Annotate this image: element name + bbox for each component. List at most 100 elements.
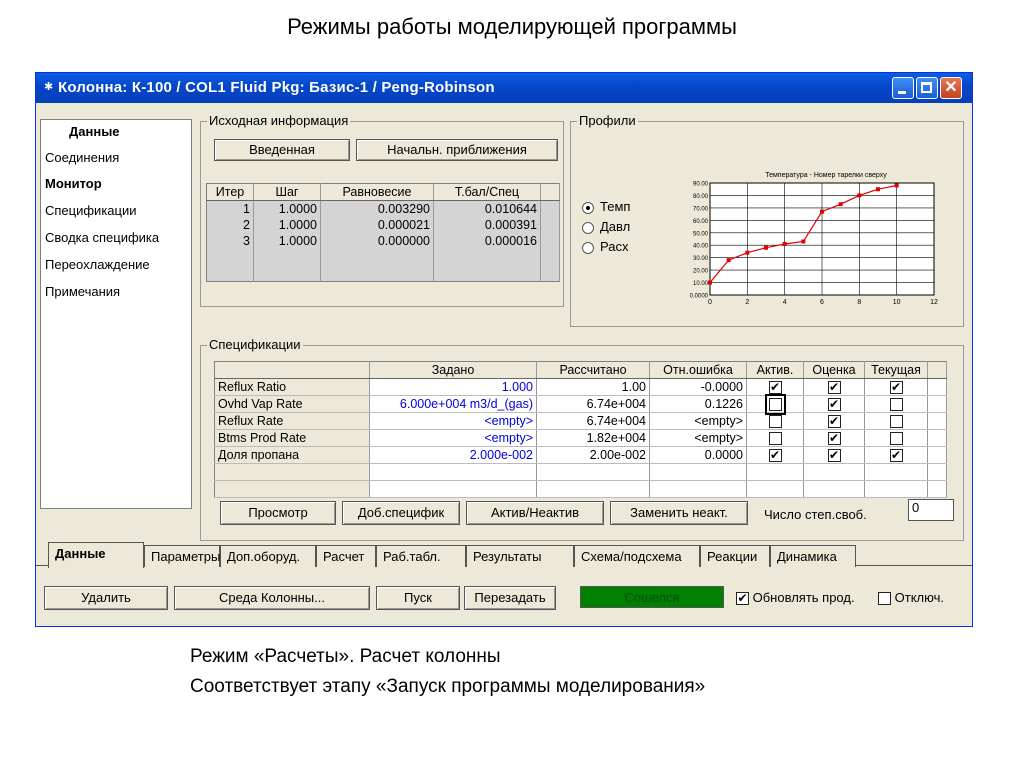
spec-set-value[interactable]: 6.000e+004 m3/d_(gas): [369, 395, 537, 413]
tab-calculation[interactable]: Расчет: [316, 545, 376, 567]
toggle-active-button[interactable]: Актив/Неактив: [466, 501, 604, 525]
iter-header: Итер: [206, 183, 254, 201]
spec-header-set: Задано: [369, 361, 537, 379]
tab-worksheet[interactable]: Раб.табл.: [376, 545, 466, 567]
nav-item-spec-summary[interactable]: Сводка специфика: [45, 230, 189, 245]
tab-results[interactable]: Результаты: [466, 545, 574, 567]
tab-dynamics[interactable]: Динамика: [770, 545, 856, 567]
spec-calc-value: 1.82e+004: [536, 429, 650, 447]
spec-current-checkbox[interactable]: [889, 415, 903, 429]
entered-button[interactable]: Введенная: [214, 139, 350, 161]
update-outlets-checkbox[interactable]: ✔ Обновлять прод.: [736, 590, 855, 606]
chart-point: [764, 245, 768, 250]
column-window: ✱ Колонна: К-100 / COL1 Fluid Pkg: Базис…: [35, 72, 973, 627]
nav-list: Данные Соединения Монитор Спецификации С…: [40, 119, 192, 509]
maximize-button[interactable]: [916, 77, 938, 99]
chart-ytick-label: 0.0000: [690, 294, 709, 300]
spec-estimate-checkbox[interactable]: ✔: [827, 398, 841, 412]
tab-data[interactable]: Данные: [48, 542, 144, 568]
iteration-cell: 1.0000: [253, 233, 321, 249]
spec-current-checkbox[interactable]: [889, 398, 903, 412]
chart-point: [820, 209, 824, 214]
spec-name: Reflux Rate: [214, 412, 370, 430]
initial-estimates-button[interactable]: Начальн. приближения: [356, 139, 558, 161]
replace-inactive-button[interactable]: Заменить неакт.: [610, 501, 748, 525]
chart-ytick-label: 60.00: [693, 219, 709, 225]
column-icon: ✱: [44, 81, 54, 93]
iteration-cell: 0.010644: [433, 200, 541, 217]
column-env-button[interactable]: Среда Колонны...: [174, 586, 370, 610]
chart-xtick-label: 0: [708, 299, 712, 306]
spec-set-value[interactable]: 1.000: [369, 378, 537, 396]
spec-header-current: Текущая: [864, 361, 928, 379]
title-bar[interactable]: ✱ Колонна: К-100 / COL1 Fluid Pkg: Базис…: [36, 73, 972, 103]
spec-active-checkbox[interactable]: [764, 394, 786, 416]
tab-side-equipment[interactable]: Доп.оборуд.: [220, 545, 316, 567]
spec-calc-value: 6.74e+004: [536, 412, 650, 430]
spec-row-empty: [214, 480, 947, 498]
chart-ytick-label: 10.00: [693, 281, 709, 287]
spec-active-checkbox[interactable]: [768, 415, 782, 429]
chart-point: [708, 280, 712, 285]
maximize-icon: [921, 82, 932, 93]
chart-xtick-label: 2: [745, 299, 749, 306]
spec-active-checkbox[interactable]: [768, 432, 782, 446]
reset-button[interactable]: Перезадать: [464, 586, 556, 610]
spec-estimate-checkbox[interactable]: ✔: [827, 381, 841, 395]
chart-xtick-label: 8: [857, 299, 861, 306]
spec-estimate-checkbox[interactable]: ✔: [827, 449, 841, 463]
spec-error-value: -0.0000: [649, 378, 747, 396]
chart-xtick-label: 10: [893, 299, 901, 306]
spec-name: Btms Prod Rate: [214, 429, 370, 447]
nav-item-monitor[interactable]: Монитор: [45, 176, 102, 191]
spec-current-checkbox[interactable]: [889, 432, 903, 446]
close-icon: ✕: [944, 79, 958, 96]
iteration-cell: 0.000391: [433, 217, 541, 233]
chart-point: [894, 183, 899, 188]
delete-button[interactable]: Удалить: [44, 586, 168, 610]
nav-item-connections[interactable]: Соединения: [45, 150, 119, 165]
spec-active-checkbox[interactable]: ✔: [768, 449, 782, 463]
iteration-cell: 0.000000: [320, 233, 434, 249]
spec-set-value[interactable]: <empty>: [369, 412, 537, 430]
tab-flowsheet[interactable]: Схема/подсхема: [574, 545, 700, 567]
iteration-cell: 1: [206, 200, 254, 217]
caption-line-2: Соответствует этапу «Запуск программы мо…: [190, 676, 706, 697]
spec-active-checkbox[interactable]: ✔: [768, 381, 782, 395]
minimize-button[interactable]: [892, 77, 914, 99]
tab-parameters[interactable]: Параметры: [144, 545, 220, 567]
spec-row: Доля пропана 2.000e-002 2.00e-002 0.0000 ✔ ✔ ✔: [214, 446, 947, 464]
nav-item-subcooling[interactable]: Переохлаждение: [45, 257, 150, 272]
chart-xtick-label: 6: [820, 299, 824, 306]
dof-label: Число степ.своб.: [764, 507, 867, 522]
chart-ytick-label: 30.00: [693, 256, 709, 262]
spec-header-error: Отн.ошибка: [649, 361, 747, 379]
run-button[interactable]: Пуск: [376, 586, 460, 610]
add-spec-button[interactable]: Доб.специфик: [342, 501, 460, 525]
nav-item-notes[interactable]: Примечания: [45, 284, 120, 299]
view-button[interactable]: Просмотр: [220, 501, 336, 525]
spec-header-calc: Рассчитано: [536, 361, 650, 379]
spec-estimate-checkbox[interactable]: ✔: [827, 415, 841, 429]
spec-current-checkbox[interactable]: ✔: [889, 381, 903, 395]
chart-point: [726, 258, 731, 263]
chart-ytick-label: 40.00: [693, 244, 709, 250]
spec-estimate-checkbox[interactable]: ✔: [827, 432, 841, 446]
chart-ytick-label: 20.00: [693, 269, 709, 275]
nav-item-specs[interactable]: Спецификации: [45, 203, 137, 218]
spec-row: Reflux Ratio 1.000 1.00 -0.0000 ✔ ✔ ✔: [214, 378, 947, 396]
chart-title: Температура - Номер тарелки сверху: [765, 172, 887, 179]
ignore-checkbox-box: [878, 592, 891, 606]
spec-set-value[interactable]: <empty>: [369, 429, 537, 447]
ignore-checkbox[interactable]: Отключ.: [878, 590, 944, 606]
close-button[interactable]: ✕: [940, 77, 962, 99]
chart-ytick-label: 90.00: [693, 182, 709, 188]
iteration-cell: 1.0000: [253, 200, 321, 217]
spec-set-value[interactable]: 2.000e-002: [369, 446, 537, 464]
spec-current-checkbox[interactable]: ✔: [889, 449, 903, 463]
spec-row: Ovhd Vap Rate 6.000e+004 m3/d_(gas) 6.74e+…: [214, 394, 947, 416]
tab-reactions[interactable]: Реакции: [700, 545, 770, 567]
chart-point: [801, 239, 806, 244]
iteration-row: 3 1.0000 0.000000 0.000016: [206, 233, 560, 249]
update-checkbox-box: ✔: [736, 591, 749, 606]
